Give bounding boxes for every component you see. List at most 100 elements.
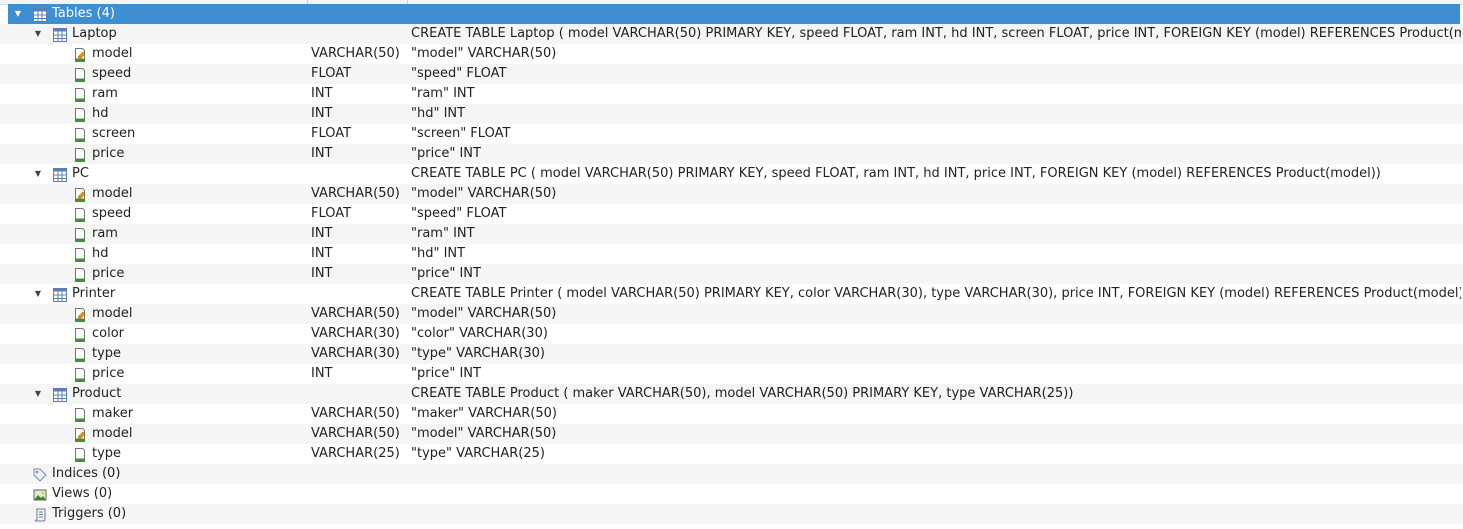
node-label: Laptop xyxy=(72,26,117,41)
node-label: Views (0) xyxy=(52,486,113,501)
expand-toggle-icon[interactable]: ▼ xyxy=(32,284,44,304)
type-cell: INT xyxy=(311,226,333,241)
node-label: hd xyxy=(92,246,109,261)
tree-node-column-price[interactable]: price INT "price" INT xyxy=(0,264,1463,284)
schema-cell: "speed" FLOAT xyxy=(411,206,507,221)
type-cell: VARCHAR(50) xyxy=(311,306,400,321)
tree-node-column-price[interactable]: price INT "price" INT xyxy=(0,364,1463,384)
primary-key-column-icon xyxy=(72,187,88,202)
tag-icon xyxy=(32,467,48,482)
tree-node-column-model[interactable]: model VARCHAR(50) "model" VARCHAR(50) xyxy=(0,184,1463,204)
expand-toggle-icon[interactable]: ▼ xyxy=(32,384,44,404)
scroll-icon xyxy=(32,507,48,522)
type-cell: VARCHAR(30) xyxy=(311,346,400,361)
schema-cell: CREATE TABLE Product ( maker VARCHAR(50)… xyxy=(411,386,1074,401)
type-cell: FLOAT xyxy=(311,206,352,221)
view-image-icon xyxy=(32,487,48,501)
column-icon xyxy=(72,207,88,222)
schema-cell: "maker" VARCHAR(50) xyxy=(411,406,557,421)
schema-tree[interactable]: ▼ Tables (4) ▼ Laptop CREATE TABLE Laptop ( … xyxy=(0,4,1463,524)
column-icon xyxy=(72,407,88,422)
column-icon xyxy=(72,127,88,142)
node-label: screen xyxy=(92,126,136,141)
tree-node-table-laptop[interactable]: ▼ Laptop CREATE TABLE Laptop ( model VARCH… xyxy=(0,24,1463,44)
node-label: ram xyxy=(92,226,118,241)
tree-node-column-speed[interactable]: speed FLOAT "speed" FLOAT xyxy=(0,204,1463,224)
node-label: model xyxy=(92,306,133,321)
column-icon xyxy=(72,247,88,262)
node-label: color xyxy=(92,326,125,341)
schema-cell: "screen" FLOAT xyxy=(411,126,511,141)
node-label: ram xyxy=(92,86,118,101)
column-icon xyxy=(72,327,88,342)
column-icon xyxy=(72,227,88,242)
name-cell: price xyxy=(0,364,300,384)
name-cell: ram xyxy=(0,84,300,104)
tree-node-column-hd[interactable]: hd INT "hd" INT xyxy=(0,244,1463,264)
tree-node-column-color[interactable]: color VARCHAR(30) "color" VARCHAR(30) xyxy=(0,324,1463,344)
node-label: price xyxy=(92,266,125,281)
schema-cell: CREATE TABLE Printer ( model VARCHAR(50)… xyxy=(411,286,1461,301)
name-cell: maker xyxy=(0,404,300,424)
tree-node-views[interactable]: Views (0) xyxy=(0,484,1463,504)
name-cell: Triggers (0) xyxy=(0,504,300,524)
tree-node-triggers[interactable]: Triggers (0) xyxy=(0,504,1463,524)
tree-node-column-price[interactable]: price INT "price" INT xyxy=(0,144,1463,164)
tree-node-column-hd[interactable]: hd INT "hd" INT xyxy=(0,104,1463,124)
expand-toggle-icon[interactable]: ▼ xyxy=(32,24,44,44)
type-cell: VARCHAR(30) xyxy=(311,326,400,341)
name-cell: ▼ PC xyxy=(0,164,300,184)
name-cell: speed xyxy=(0,64,300,84)
schema-cell: "price" INT xyxy=(411,146,481,161)
table-grid-icon xyxy=(52,287,68,302)
node-label: speed xyxy=(92,66,132,81)
tree-node-indices[interactable]: Indices (0) xyxy=(0,464,1463,484)
column-icon xyxy=(72,367,88,382)
type-cell: INT xyxy=(311,86,333,101)
tree-node-column-model[interactable]: model VARCHAR(50) "model" VARCHAR(50) xyxy=(0,304,1463,324)
tree-node-column-ram[interactable]: ram INT "ram" INT xyxy=(0,84,1463,104)
schema-cell: "price" INT xyxy=(411,266,481,281)
table-grid-icon xyxy=(52,387,68,402)
schema-cell: "model" VARCHAR(50) xyxy=(411,426,557,441)
name-cell: model xyxy=(0,184,300,204)
node-label: PC xyxy=(72,166,89,181)
name-cell: type xyxy=(0,444,300,464)
tree-node-table-printer[interactable]: ▼ Printer CREATE TABLE Printer ( model VAR… xyxy=(0,284,1463,304)
tree-node-column-model[interactable]: model VARCHAR(50) "model" VARCHAR(50) xyxy=(0,44,1463,64)
tree-node-column-speed[interactable]: speed FLOAT "speed" FLOAT xyxy=(0,64,1463,84)
schema-cell: "ram" INT xyxy=(411,86,475,101)
column-icon xyxy=(72,147,88,162)
tree-node-column-ram[interactable]: ram INT "ram" INT xyxy=(0,224,1463,244)
primary-key-column-icon xyxy=(72,307,88,322)
name-cell: Views (0) xyxy=(0,484,300,504)
node-label: model xyxy=(92,426,133,441)
tree-node-tables[interactable]: ▼ Tables (4) xyxy=(8,4,1460,24)
schema-cell: CREATE TABLE Laptop ( model VARCHAR(50) … xyxy=(411,26,1461,41)
tree-node-table-pc[interactable]: ▼ PC CREATE TABLE PC ( model VARCHAR(50) P… xyxy=(0,164,1463,184)
expand-toggle-icon[interactable]: ▼ xyxy=(32,164,44,184)
tree-node-column-type[interactable]: type VARCHAR(25) "type" VARCHAR(25) xyxy=(0,444,1463,464)
node-label: Printer xyxy=(72,286,116,301)
tree-node-column-maker[interactable]: maker VARCHAR(50) "maker" VARCHAR(50) xyxy=(0,404,1463,424)
tree-node-column-screen[interactable]: screen FLOAT "screen" FLOAT xyxy=(0,124,1463,144)
column-icon xyxy=(72,347,88,362)
name-cell: price xyxy=(0,264,300,284)
name-cell: ▼ Printer xyxy=(0,284,300,304)
node-label: Indices (0) xyxy=(52,466,121,481)
table-grid-icon xyxy=(32,7,48,22)
tree-node-table-product[interactable]: ▼ Product CREATE TABLE Product ( maker VAR… xyxy=(0,384,1463,404)
schema-cell: "color" VARCHAR(30) xyxy=(411,326,548,341)
node-label: model xyxy=(92,186,133,201)
tree-node-column-model[interactable]: model VARCHAR(50) "model" VARCHAR(50) xyxy=(0,424,1463,444)
schema-cell: CREATE TABLE PC ( model VARCHAR(50) PRIM… xyxy=(411,166,1381,181)
tree-node-column-type[interactable]: type VARCHAR(30) "type" VARCHAR(30) xyxy=(0,344,1463,364)
name-cell: speed xyxy=(0,204,300,224)
table-grid-icon xyxy=(52,167,68,182)
expand-toggle-icon[interactable]: ▼ xyxy=(12,4,24,24)
name-cell: model xyxy=(0,44,300,64)
type-cell: FLOAT xyxy=(311,66,352,81)
primary-key-column-icon xyxy=(72,427,88,442)
name-cell: hd xyxy=(0,104,300,124)
name-cell: hd xyxy=(0,244,300,264)
